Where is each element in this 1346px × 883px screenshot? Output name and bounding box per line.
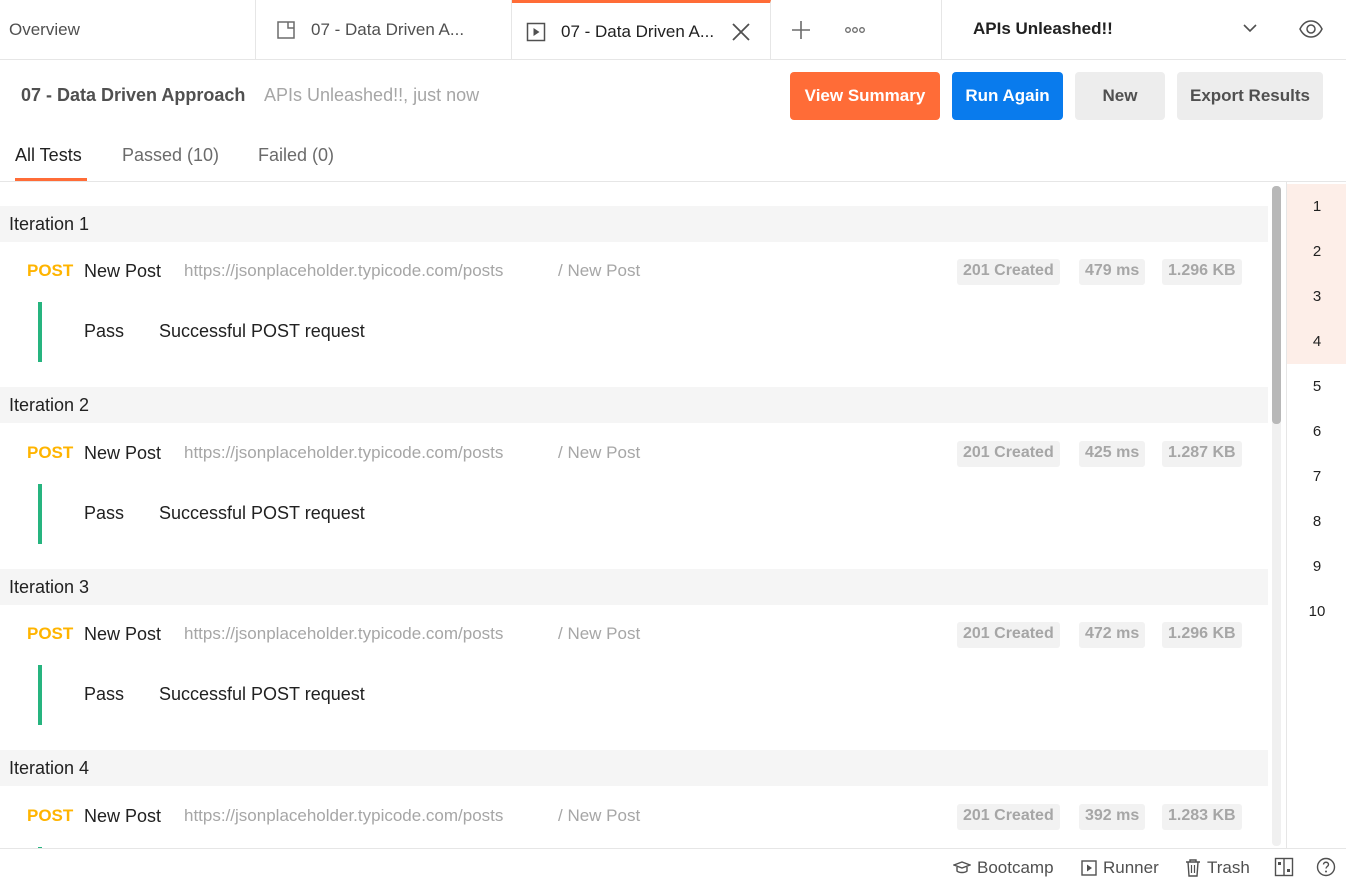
help-icon[interactable] (1316, 857, 1342, 877)
runner-icon (1081, 860, 1097, 876)
two-pane-layout-icon[interactable] (1274, 857, 1300, 877)
tab-passed[interactable]: Passed (10) (122, 145, 219, 181)
tab-overview-label: Overview (9, 20, 80, 39)
tab-collection-label: 07 - Data Driven A... (311, 20, 465, 39)
bootcamp-button[interactable]: Bootcamp (953, 858, 1054, 878)
request-row[interactable]: POST New Post https://jsonplaceholder.ty… (0, 257, 1268, 287)
iteration-index-item[interactable]: 7 (1287, 454, 1346, 499)
iteration-index-item[interactable]: 10 (1287, 589, 1346, 634)
request-name: New Post (84, 806, 162, 826)
status-badge: 201 Created (957, 259, 1060, 285)
bootcamp-icon (953, 861, 971, 874)
request-url: https://jsonplaceholder.typicode.com/pos… (184, 806, 504, 825)
page-title: 07 - Data Driven Approach (21, 85, 246, 105)
test-status: Pass (84, 321, 125, 341)
request-row[interactable]: POST New Post https://jsonplaceholder.ty… (0, 620, 1268, 650)
status-badge: 201 Created (957, 622, 1060, 648)
pass-indicator (38, 484, 42, 544)
test-status: Pass (84, 684, 125, 704)
iteration-index-item[interactable]: 1 (1287, 184, 1346, 229)
request-method: POST (27, 443, 74, 462)
pass-indicator (38, 665, 42, 725)
test-result-row: Pass Successful POST request (0, 484, 1268, 544)
tab-runner-results[interactable]: 07 - Data Driven A... (512, 0, 771, 60)
environment-name: APIs Unleashed!! (973, 19, 1113, 38)
iteration-header: Iteration 4 (0, 750, 1268, 786)
size-badge: 1.296 KB (1162, 622, 1242, 648)
request-url: https://jsonplaceholder.typicode.com/pos… (184, 443, 504, 462)
collection-file-icon (275, 19, 297, 41)
runner-play-icon (525, 21, 547, 43)
tab-bar: Overview 07 - Data Driven A... 07 - Data… (0, 0, 1346, 60)
run-again-button[interactable]: Run Again (952, 72, 1063, 120)
iteration-index-item[interactable]: 3 (1287, 274, 1346, 319)
trash-label: Trash (1207, 858, 1250, 877)
close-icon[interactable] (730, 21, 752, 43)
status-badge: 201 Created (957, 441, 1060, 467)
size-badge: 1.287 KB (1162, 441, 1242, 467)
request-name: New Post (84, 261, 162, 281)
iteration-index-item[interactable]: 6 (1287, 409, 1346, 454)
trash-icon (1186, 859, 1200, 877)
size-badge: 1.296 KB (1162, 259, 1242, 285)
run-meta: APIs Unleashed!!, just now (264, 85, 480, 105)
more-options-icon[interactable] (843, 20, 867, 40)
request-method: POST (27, 261, 74, 280)
request-name: New Post (84, 443, 162, 463)
iteration-index-item[interactable]: 9 (1287, 544, 1346, 589)
iteration-index-item[interactable]: 4 (1287, 319, 1346, 364)
tab-overview[interactable]: Overview (0, 0, 256, 60)
request-row[interactable]: POST New Post https://jsonplaceholder.ty… (0, 802, 1268, 832)
iteration-index-item[interactable]: 5 (1287, 364, 1346, 409)
iteration-header: Iteration 3 (0, 569, 1268, 605)
request-path: / New Post (558, 806, 641, 825)
test-name: Successful POST request (159, 503, 365, 523)
status-bar: Bootcamp Runner Trash (0, 848, 1346, 883)
time-badge: 472 ms (1079, 622, 1146, 648)
request-path: / New Post (558, 261, 641, 280)
time-badge: 479 ms (1079, 259, 1146, 285)
request-url: https://jsonplaceholder.typicode.com/pos… (184, 624, 504, 643)
iteration-header: Iteration 2 (0, 387, 1268, 423)
environment-selector[interactable]: APIs Unleashed!! (941, 0, 1346, 60)
tab-all-tests[interactable]: All Tests (15, 145, 87, 181)
test-result-row: Pass Successful POST request (0, 665, 1268, 725)
request-row[interactable]: POST New Post https://jsonplaceholder.ty… (0, 439, 1268, 469)
request-method: POST (27, 806, 74, 825)
new-button[interactable]: New (1075, 72, 1165, 120)
scrollbar-thumb[interactable] (1272, 186, 1281, 424)
tab-collection[interactable]: 07 - Data Driven A... (256, 0, 512, 60)
iteration-index-item[interactable]: 8 (1287, 499, 1346, 544)
request-method: POST (27, 624, 74, 643)
size-badge: 1.283 KB (1162, 804, 1242, 830)
runner-label: Runner (1103, 858, 1159, 877)
runner-button[interactable]: Runner (1081, 858, 1159, 878)
eye-icon[interactable] (1298, 16, 1324, 42)
request-url: https://jsonplaceholder.typicode.com/pos… (184, 261, 504, 280)
view-summary-button[interactable]: View Summary (790, 72, 940, 120)
iteration-header: Iteration 1 (0, 206, 1268, 242)
time-badge: 392 ms (1079, 804, 1146, 830)
test-result-row: Pass Successful POST request (0, 302, 1268, 362)
status-badge: 201 Created (957, 804, 1060, 830)
iteration-index-item[interactable]: 2 (1287, 229, 1346, 274)
iteration-index: 1 2 3 4 5 6 7 8 9 10 (1286, 182, 1346, 848)
results-list: Iteration 1 POST New Post https://jsonpl… (0, 182, 1268, 848)
test-name: Successful POST request (159, 321, 365, 341)
pass-indicator (38, 302, 42, 362)
trash-button[interactable]: Trash (1185, 858, 1250, 878)
request-path: / New Post (558, 624, 641, 643)
tab-failed[interactable]: Failed (0) (258, 145, 334, 181)
request-path: / New Post (558, 443, 641, 462)
test-status: Pass (84, 503, 125, 523)
test-name: Successful POST request (159, 684, 365, 704)
time-badge: 425 ms (1079, 441, 1146, 467)
bootcamp-label: Bootcamp (977, 858, 1054, 877)
request-name: New Post (84, 624, 162, 644)
chevron-down-icon[interactable] (1240, 18, 1260, 38)
tab-runner-label: 07 - Data Driven A... (561, 21, 715, 41)
export-results-button[interactable]: Export Results (1177, 72, 1323, 120)
plus-icon[interactable] (789, 18, 813, 42)
